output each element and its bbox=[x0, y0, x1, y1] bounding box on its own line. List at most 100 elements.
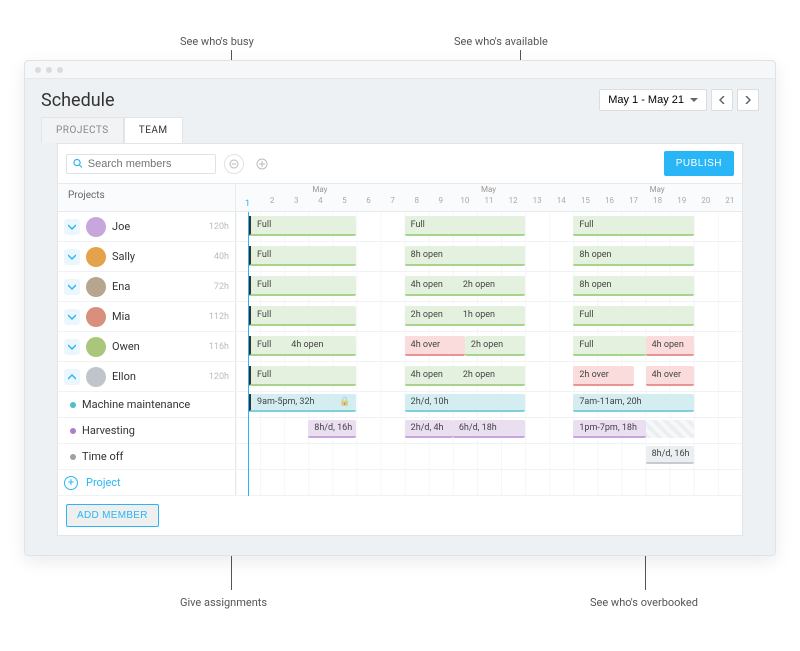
capacity-bar[interactable]: 4h open2h open bbox=[405, 276, 525, 296]
assignment-bar[interactable]: 8h/d, 16h bbox=[646, 446, 694, 464]
tab-projects[interactable]: PROJECTS bbox=[41, 117, 124, 143]
day-label: 9 bbox=[429, 196, 453, 205]
expand-toggle[interactable] bbox=[64, 279, 80, 295]
header: Schedule May 1 - May 21 bbox=[25, 79, 775, 117]
capacity-bar[interactable]: 8h open bbox=[573, 276, 693, 296]
capacity-bar[interactable]: Full bbox=[248, 306, 356, 326]
filter-button[interactable] bbox=[224, 154, 244, 174]
day-label: 7 bbox=[381, 196, 405, 205]
date-range-label: May 1 - May 21 bbox=[608, 94, 684, 106]
collapse-toggle[interactable] bbox=[64, 369, 80, 385]
person-name: Sally bbox=[112, 250, 135, 263]
search-input-wrap[interactable] bbox=[66, 154, 216, 174]
day-label: 12 bbox=[501, 196, 525, 205]
day-label: 5 bbox=[332, 196, 356, 205]
expand-toggle[interactable] bbox=[64, 309, 80, 325]
chevron-left-icon bbox=[719, 96, 725, 104]
day-label: 2 bbox=[260, 196, 284, 205]
capacity-bar[interactable]: Full4h open bbox=[248, 336, 356, 356]
task-row-maintenance: Machine maintenance 9am-5pm, 32h🔒 2h/d, … bbox=[58, 392, 742, 418]
person-name: Ena bbox=[112, 280, 130, 293]
next-button[interactable] bbox=[737, 89, 759, 111]
search-input[interactable] bbox=[88, 158, 209, 170]
capacity-bar[interactable]: 2h open1h open bbox=[405, 306, 525, 326]
capacity-bar[interactable]: Full bbox=[573, 306, 693, 326]
day-label: 15 bbox=[573, 196, 597, 205]
person-name: Owen bbox=[112, 340, 140, 353]
day-label: 20 bbox=[694, 196, 718, 205]
person-row-ena: Ena 72h Full 4h open2h open 8h open bbox=[58, 272, 742, 302]
plus-circle-icon: + bbox=[64, 476, 78, 490]
schedule-grid: Projects May May May 1234567891011121314… bbox=[58, 184, 742, 496]
person-row-mia: Mia 112h Full 2h open1h open Full bbox=[58, 302, 742, 332]
day-label: 17 bbox=[622, 196, 646, 205]
avatar bbox=[86, 307, 106, 327]
capacity-bar[interactable]: Full bbox=[573, 216, 693, 236]
add-project-row[interactable]: + Project bbox=[58, 470, 742, 496]
person-row-sally: Sally 40h Full 8h open 8h open bbox=[58, 242, 742, 272]
toolbar: PUBLISH bbox=[58, 144, 742, 184]
capacity-bar[interactable]: Full bbox=[248, 366, 356, 386]
capacity-bar[interactable]: 2h over bbox=[573, 366, 633, 386]
add-button[interactable] bbox=[252, 154, 272, 174]
tab-team[interactable]: TEAM bbox=[124, 117, 183, 143]
person-hours: 116h bbox=[209, 342, 229, 352]
anno-assign: Give assignments bbox=[180, 596, 267, 609]
day-label: 8 bbox=[405, 196, 429, 205]
prev-button[interactable] bbox=[711, 89, 733, 111]
publish-button[interactable]: PUBLISH bbox=[664, 151, 734, 176]
task-dot bbox=[70, 428, 76, 434]
task-dot bbox=[70, 402, 76, 408]
day-label: 13 bbox=[525, 196, 549, 205]
capacity-bar[interactable]: 2h open bbox=[465, 336, 525, 356]
assignment-bar[interactable]: 9am-5pm, 32h🔒 bbox=[248, 394, 356, 412]
task-name: Harvesting bbox=[82, 424, 135, 437]
assignment-bar[interactable]: 2h/d, 4h bbox=[405, 420, 453, 438]
capacity-bar[interactable]: Full bbox=[405, 216, 525, 236]
assignment-bar[interactable]: 7am-11am, 20h bbox=[573, 394, 693, 412]
expand-toggle[interactable] bbox=[64, 339, 80, 355]
day-label: 6 bbox=[356, 196, 380, 205]
capacity-bar[interactable]: 4h open2h open bbox=[405, 366, 525, 386]
add-project-label: Project bbox=[86, 476, 121, 489]
task-row-timeoff: Time off 8h/d, 16h bbox=[58, 444, 742, 470]
app-window: Schedule May 1 - May 21 PROJECTS TEAM bbox=[24, 60, 776, 556]
avatar bbox=[86, 277, 106, 297]
assignment-bar[interactable]: 2h/d, 10h bbox=[405, 394, 525, 412]
capacity-bar[interactable]: Full bbox=[573, 336, 645, 356]
main-panel: PUBLISH Projects May May May 12345678910… bbox=[57, 143, 743, 536]
assignment-bar[interactable]: 6h/d, 18h bbox=[453, 420, 525, 438]
month-label: May bbox=[481, 185, 496, 194]
today-number: 1 bbox=[245, 199, 250, 209]
avatar bbox=[86, 337, 106, 357]
capacity-bar[interactable]: 8h open bbox=[405, 246, 525, 266]
day-label: 3 bbox=[284, 196, 308, 205]
anno-busy: See who's busy bbox=[180, 35, 254, 48]
capacity-bar[interactable]: 4h open bbox=[646, 336, 694, 356]
day-label: 21 bbox=[718, 196, 742, 205]
month-label: May bbox=[312, 185, 327, 194]
person-hours: 72h bbox=[214, 282, 229, 292]
lock-icon: 🔒 bbox=[339, 397, 350, 407]
expand-toggle[interactable] bbox=[64, 249, 80, 265]
date-range-picker[interactable]: May 1 - May 21 bbox=[599, 89, 707, 111]
capacity-bar[interactable]: 4h over bbox=[646, 366, 694, 386]
projects-header-label: Projects bbox=[58, 184, 236, 211]
day-label: 19 bbox=[670, 196, 694, 205]
add-member-button[interactable]: ADD MEMBER bbox=[66, 504, 159, 527]
capacity-bar[interactable]: 8h open bbox=[573, 246, 693, 266]
person-hours: 120h bbox=[209, 372, 229, 382]
search-icon bbox=[73, 158, 83, 169]
person-hours: 40h bbox=[214, 252, 229, 262]
day-label: 14 bbox=[549, 196, 573, 205]
capacity-bar[interactable]: 4h over bbox=[405, 336, 465, 356]
capacity-bar[interactable]: Full bbox=[248, 216, 356, 236]
assignment-bar[interactable]: 8h/d, 16h bbox=[308, 420, 356, 438]
capacity-bar[interactable]: Full bbox=[248, 246, 356, 266]
avatar bbox=[86, 367, 106, 387]
assignment-bar[interactable]: 1pm-7pm, 18h bbox=[573, 420, 645, 438]
chevron-right-icon bbox=[745, 96, 751, 104]
expand-toggle[interactable] bbox=[64, 219, 80, 235]
capacity-bar[interactable]: Full bbox=[248, 276, 356, 296]
assignment-ghost[interactable] bbox=[646, 420, 694, 438]
